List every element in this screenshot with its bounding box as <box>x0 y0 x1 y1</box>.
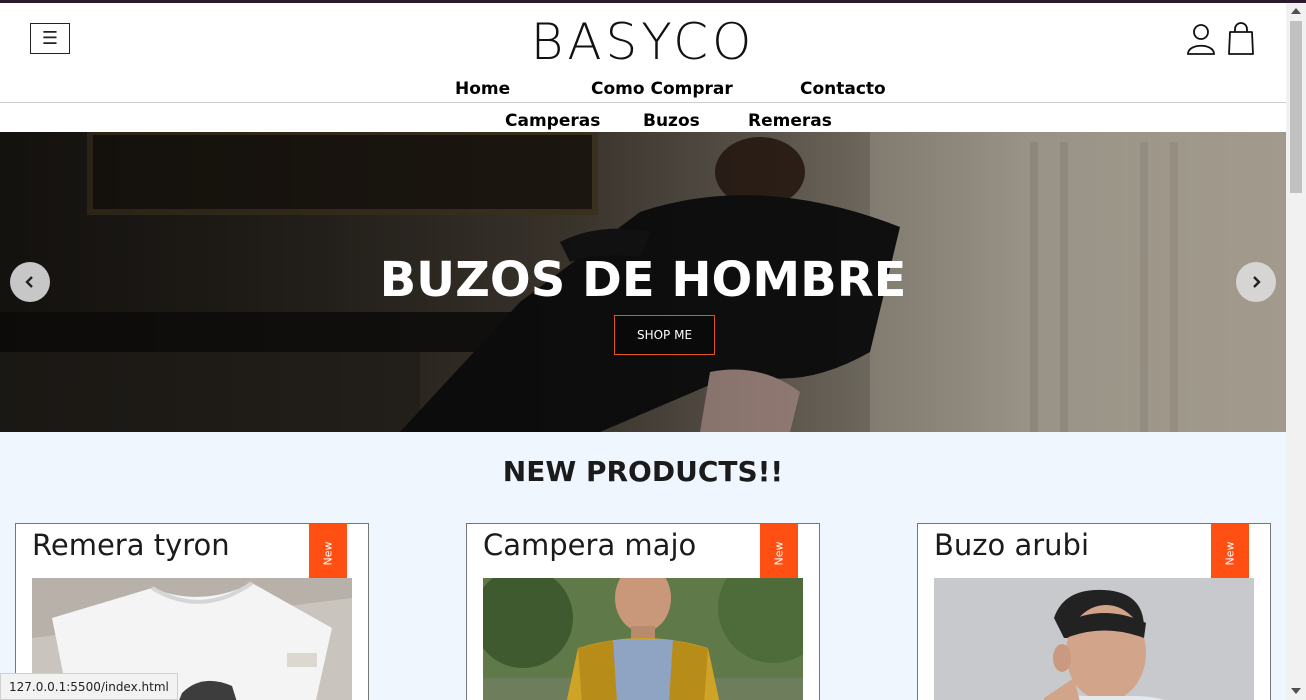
logo-graphic: BASYCO <box>531 13 756 71</box>
shopping-bag-icon[interactable] <box>1226 21 1256 57</box>
new-products-title: NEW PRODUCTS!! <box>502 455 784 488</box>
brand-logo[interactable]: BASYCO <box>500 5 786 75</box>
product-image[interactable] <box>483 578 803 700</box>
hamburger-icon: ☰ <box>41 27 59 49</box>
nav-contacto[interactable]: Contacto <box>800 79 886 99</box>
menu-button[interactable]: ☰ <box>30 23 70 54</box>
new-badge: New <box>309 524 347 583</box>
carousel-next-button[interactable] <box>1236 262 1276 302</box>
product-name: Remera tyron <box>32 528 230 562</box>
site-header: ☰ BASYCO Home Como Comprar Contacto <box>0 3 1286 103</box>
nav-home[interactable]: Home <box>455 79 510 99</box>
product-card[interactable]: Buzo arubi New <box>917 523 1271 700</box>
new-badge: New <box>760 524 798 583</box>
hero-carousel: BUZOS DE HOMBRE SHOP ME <box>0 132 1286 432</box>
hero-title: BUZOS DE HOMBRE <box>379 252 907 308</box>
product-image[interactable] <box>934 578 1254 700</box>
scroll-down-arrow-icon[interactable] <box>1291 688 1301 694</box>
product-name: Campera majo <box>483 528 697 562</box>
logo-text: BASYCO <box>531 13 756 71</box>
browser-status-bar: 127.0.0.1:5500/index.html <box>0 673 178 700</box>
nav-como-comprar[interactable]: Como Comprar <box>591 79 733 99</box>
product-card[interactable]: Campera majo New <box>466 523 820 700</box>
nav-buzos[interactable]: Buzos <box>643 111 700 131</box>
nav-remeras[interactable]: Remeras <box>748 111 832 131</box>
vertical-scrollbar[interactable] <box>1286 3 1306 700</box>
product-name: Buzo arubi <box>934 528 1089 562</box>
main-navigation: Home Como Comprar Contacto <box>0 79 1286 103</box>
chevron-right-icon <box>1253 276 1261 288</box>
scroll-up-arrow-icon[interactable] <box>1291 8 1301 14</box>
new-badge: New <box>1211 524 1249 583</box>
category-navigation: Camperas Buzos Remeras <box>0 102 1286 132</box>
scrollbar-thumb[interactable] <box>1290 21 1302 193</box>
user-icon[interactable] <box>1186 21 1216 57</box>
shop-me-button[interactable]: SHOP ME <box>614 315 715 355</box>
nav-camperas[interactable]: Camperas <box>505 111 600 131</box>
